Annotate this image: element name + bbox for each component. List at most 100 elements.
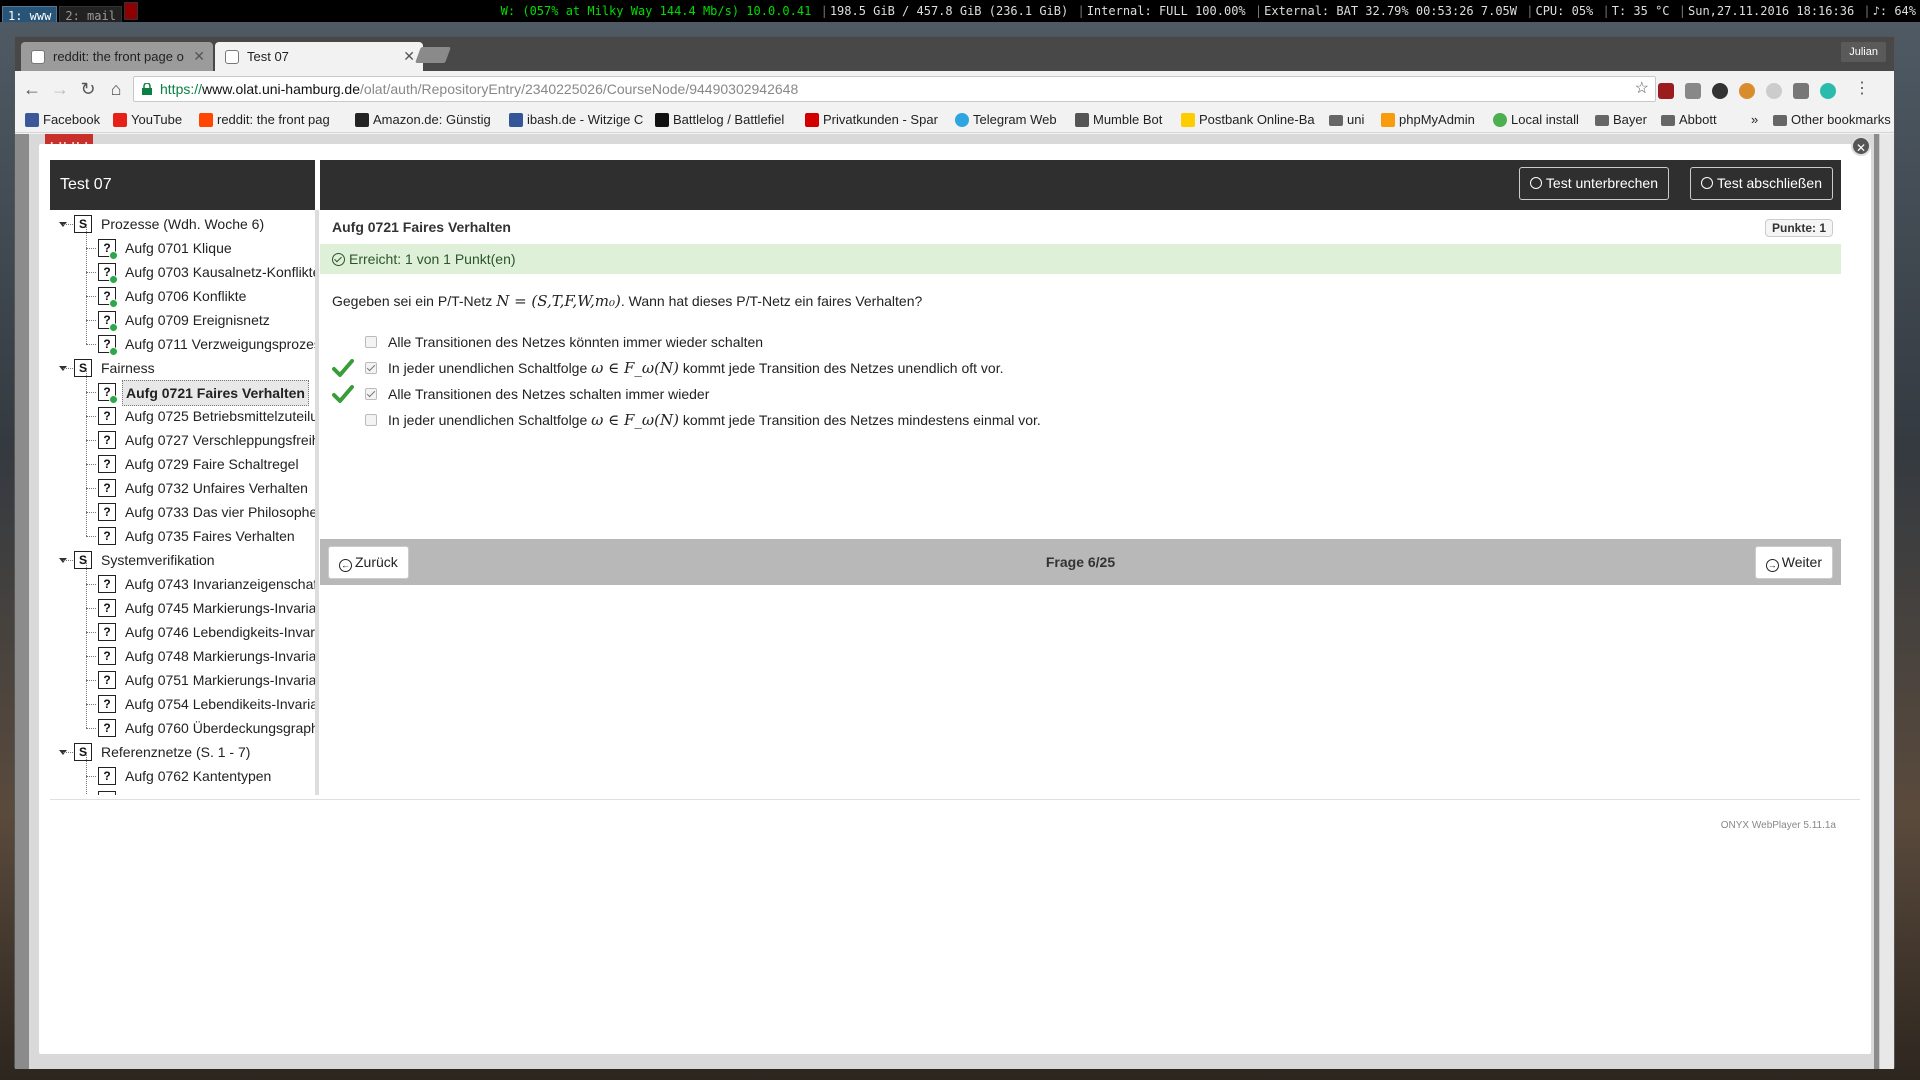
tree-connector — [86, 680, 87, 704]
question-label: Aufg 0760 Überdeckungsgraph — [125, 720, 319, 736]
status-battery-external: External: BAT 32.79% 00:53:26 7.05W — [1264, 4, 1517, 18]
tree-question[interactable]: ? Aufg 0709 Ereignisnetz — [50, 296, 315, 332]
home-icon[interactable]: ⌂ — [105, 78, 127, 100]
extension-icon[interactable] — [1820, 83, 1836, 99]
extension-icon[interactable] — [1793, 83, 1809, 99]
bookmark-local-install[interactable]: Local install — [1493, 107, 1597, 133]
bookmark-ibash[interactable]: ibash.de - Witzige C — [509, 107, 647, 133]
answered-status-icon — [109, 323, 118, 332]
tree-question[interactable]: ? Aufg 0760 Überdeckungsgraph — [50, 704, 319, 740]
system-status-bar: 1: www 2: mail W: (057% at Milky Way 144.… — [0, 0, 1920, 22]
close-tab-icon[interactable]: ✕ — [403, 42, 415, 71]
modal-close-icon[interactable]: ✕ — [1851, 136, 1871, 156]
bookmark-youtube[interactable]: YouTube — [113, 107, 193, 133]
profile-button[interactable]: Julian — [1841, 42, 1886, 62]
tree-question[interactable]: ? Aufg 0725 Betriebsmittelzuteilung — [50, 392, 315, 428]
tree-section[interactable]: S Prozesse (Wdh. Woche 6) — [50, 212, 315, 236]
bookmark-folder-uni[interactable]: uni — [1329, 107, 1385, 133]
other-bookmarks-folder[interactable]: Other bookmarks — [1773, 107, 1893, 133]
tree-question[interactable]: ? Aufg 0754 Lebendikeits-Invarianten — [50, 680, 315, 716]
tree-question[interactable]: ? Aufg 0733 Das vier Philosophen — [50, 488, 315, 524]
bookmark-mumble-bot[interactable]: Mumble Bot — [1075, 107, 1175, 133]
ublock-icon[interactable] — [1658, 83, 1674, 99]
question-label: Aufg 0748 Markierungs-Invarianten — [125, 648, 317, 664]
extension-icon[interactable] — [1712, 83, 1728, 99]
answer-checkbox[interactable] — [365, 336, 377, 348]
bookmark-battlelog[interactable]: Battlelog / Battlefiel — [655, 107, 797, 133]
answer-checkbox[interactable] — [365, 388, 377, 400]
question-label: Aufg 0751 Markierungs-Invarianten — [125, 672, 317, 688]
address-bar[interactable]: https://www.olat.uni-hamburg.de/olat/aut… — [133, 76, 1656, 102]
tree-question-current[interactable]: ? Aufg 0721 Faires Verhalten — [50, 368, 315, 406]
menu-icon[interactable]: ⋮ — [1851, 78, 1873, 100]
tree-question[interactable]: ? Aufg 0729 Faire Schaltregel — [50, 440, 315, 476]
bookmark-reddit[interactable]: reddit: the front pag — [199, 107, 349, 133]
tree-question[interactable]: ? Aufg 0732 Unfaires Verhalten — [50, 464, 315, 500]
bookmark-folder-abbott[interactable]: Abbott — [1661, 107, 1741, 133]
question-label: Aufg 0735 Faires Verhalten — [125, 528, 295, 544]
answer-text-part: kommt jede Transition des Netzes mindest… — [679, 412, 1041, 428]
gear-icon[interactable] — [1766, 83, 1782, 99]
extension-icon[interactable] — [1685, 83, 1701, 99]
tree-connector — [86, 344, 96, 345]
tree-question[interactable]: ? Aufg 0745 Markierungs-Invarianten — [50, 584, 315, 620]
tree-question[interactable]: ? Aufg 0751 Markierungs-Invarianten — [50, 656, 317, 692]
next-button[interactable]: → Weiter — [1754, 546, 1833, 579]
close-tab-icon[interactable]: ✕ — [193, 42, 205, 71]
section-icon: S — [74, 215, 92, 233]
answer-option[interactable]: Alle Transitionen des Netzes könnten imm… — [320, 329, 1720, 355]
bookmark-sparkasse[interactable]: Privatkunden - Spar — [805, 107, 947, 133]
answer-checkbox[interactable] — [365, 362, 377, 374]
bookmark-folder-bayer[interactable]: Bayer — [1595, 107, 1665, 133]
tree-question[interactable]: ? Aufg 0743 Invarianzeigenschaften — [50, 560, 315, 596]
phpmyadmin-icon — [1381, 113, 1395, 127]
tree-question[interactable]: ? Aufg 0746 Lebendigkeits-Invarianten — [50, 608, 315, 644]
back-button[interactable]: ← Zurück — [328, 546, 409, 579]
tree-section[interactable]: S Fairness — [50, 356, 315, 380]
bookmark-telegram[interactable]: Telegram Web — [955, 107, 1067, 133]
tree-question[interactable]: ? Aufg 0727 Verschleppungsfreiheit — [50, 416, 315, 452]
finish-test-button[interactable]: Test abschließen — [1689, 167, 1833, 200]
pause-test-button[interactable]: Test unterbrechen — [1518, 167, 1669, 200]
question-text: Gegeben sei ein P/T-Netz N = (S,T,F,W,m₀… — [332, 292, 923, 310]
answer-option[interactable]: In jeder unendlichen Schaltfolge ω ∈ F_ω… — [320, 355, 1720, 381]
status-battery-internal: Internal: FULL 100.00% — [1086, 4, 1246, 18]
folder-icon — [1595, 115, 1609, 126]
forward-arrow-icon[interactable]: → — [49, 78, 71, 100]
answer-text-part: In jeder unendlichen Schaltfolge — [388, 360, 592, 376]
answer-option[interactable]: In jeder unendlichen Schaltfolge ω ∈ F_ω… — [320, 407, 1720, 433]
workspace-1[interactable]: 1: www — [2, 6, 58, 22]
tab-reddit[interactable]: reddit: the front page o ✕ — [21, 42, 213, 71]
bookmark-amazon[interactable]: Amazon.de: Günstig — [355, 107, 501, 133]
tree-question[interactable]: ? Aufg 0735 Faires Verhalten — [50, 512, 315, 548]
answer-checkbox[interactable] — [365, 414, 377, 426]
tree-section[interactable]: S Systemverifikation — [50, 548, 315, 572]
tree-question[interactable]: ? Aufg 0748 Markierungs-Invarianten — [50, 632, 317, 668]
tab-test-07[interactable]: Test 07 ✕ — [215, 42, 423, 71]
tree-question[interactable]: ? Aufg 0701 Klique — [50, 224, 315, 260]
tree-section[interactable]: S Referenznetze (S. 1 - 7) — [50, 740, 315, 764]
workspace-2[interactable]: 2: mail — [59, 6, 122, 22]
tree-question[interactable]: ? Aufg 0763 Evaluation von Kanten — [50, 776, 315, 795]
question-label: Aufg 0732 Unfaires Verhalten — [125, 480, 308, 496]
question-icon: ? — [98, 407, 116, 425]
answer-text-part: Alle Transitionen des Netzes schalten im… — [388, 386, 710, 402]
question-icon: ? — [98, 479, 116, 497]
answer-option[interactable]: Alle Transitionen des Netzes schalten im… — [320, 381, 1720, 407]
tree-question[interactable]: ? Aufg 0762 Kantentypen — [50, 752, 315, 788]
bookmark-phpmyadmin[interactable]: phpMyAdmin — [1381, 107, 1495, 133]
bookmark-postbank[interactable]: Postbank Online-Ba — [1181, 107, 1319, 133]
workspace-urgent[interactable] — [123, 2, 138, 20]
reload-icon[interactable]: ↻ — [77, 78, 99, 100]
cookie-icon[interactable] — [1739, 83, 1755, 99]
new-tab-button[interactable] — [415, 47, 451, 63]
page-scrollbar[interactable] — [1879, 134, 1894, 1069]
back-arrow-icon[interactable]: ← — [21, 78, 43, 100]
tree-question[interactable]: ? Aufg 0711 Verzweigungsprozesse — [50, 320, 315, 356]
more-bookmarks-chevron-icon[interactable]: » — [1751, 107, 1771, 133]
bookmark-star-icon[interactable]: ☆ — [1635, 77, 1649, 101]
bookmark-facebook[interactable]: Facebook — [25, 107, 105, 133]
tab-title: Test 07 — [247, 49, 289, 64]
tree-question[interactable]: ? Aufg 0706 Konflikte — [50, 272, 315, 308]
tree-question[interactable]: ? Aufg 0703 Kausalnetz-Konflikte — [50, 248, 315, 284]
